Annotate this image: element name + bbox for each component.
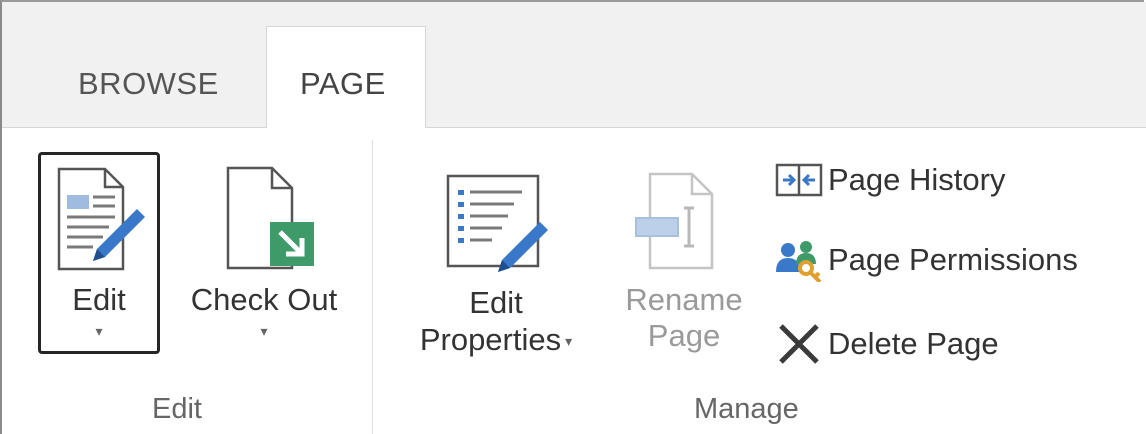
rename-page-button[interactable]: Rename Page	[608, 152, 760, 362]
group-divider	[372, 140, 373, 434]
check-out-button[interactable]: Check Out ▾	[172, 152, 356, 354]
chevron-down-icon: ▾	[565, 333, 573, 350]
delete-x-icon	[770, 322, 828, 366]
page-history-label: Page History	[828, 162, 1006, 197]
tab-browse[interactable]: BROWSE	[78, 66, 219, 102]
group-label-manage: Manage	[694, 393, 799, 425]
delete-page-label: Delete Page	[828, 326, 999, 361]
delete-page-button[interactable]: Delete Page	[770, 318, 999, 370]
compare-icon	[770, 163, 828, 197]
edit-properties-label-line2: Properties	[419, 322, 562, 357]
edit-button[interactable]: Edit ▾	[38, 152, 160, 354]
rename-page-icon	[630, 168, 730, 278]
edit-properties-label-line1: Edit	[469, 285, 523, 320]
check-out-button-label: Check Out	[190, 282, 338, 317]
group-label-edit: Edit	[152, 393, 202, 425]
page-history-button[interactable]: Page History	[770, 154, 1005, 206]
edit-button-label: Edit	[72, 282, 126, 317]
edit-page-icon	[53, 165, 153, 275]
rename-page-label-line1: Rename	[625, 282, 743, 317]
page-permissions-button[interactable]: Page Permissions	[770, 234, 1078, 286]
check-out-icon	[224, 164, 324, 274]
tab-page[interactable]: PAGE	[300, 66, 386, 102]
chevron-down-icon: ▾	[95, 323, 103, 339]
edit-properties-icon	[442, 170, 552, 280]
chevron-down-icon: ▾	[260, 323, 268, 339]
rename-page-label-line2: Page	[647, 318, 721, 353]
page-permissions-label: Page Permissions	[828, 242, 1078, 277]
edit-properties-button[interactable]: Edit Properties ▾	[398, 152, 594, 362]
ribbon-tab-bar	[2, 2, 1146, 128]
users-key-icon	[770, 238, 828, 282]
